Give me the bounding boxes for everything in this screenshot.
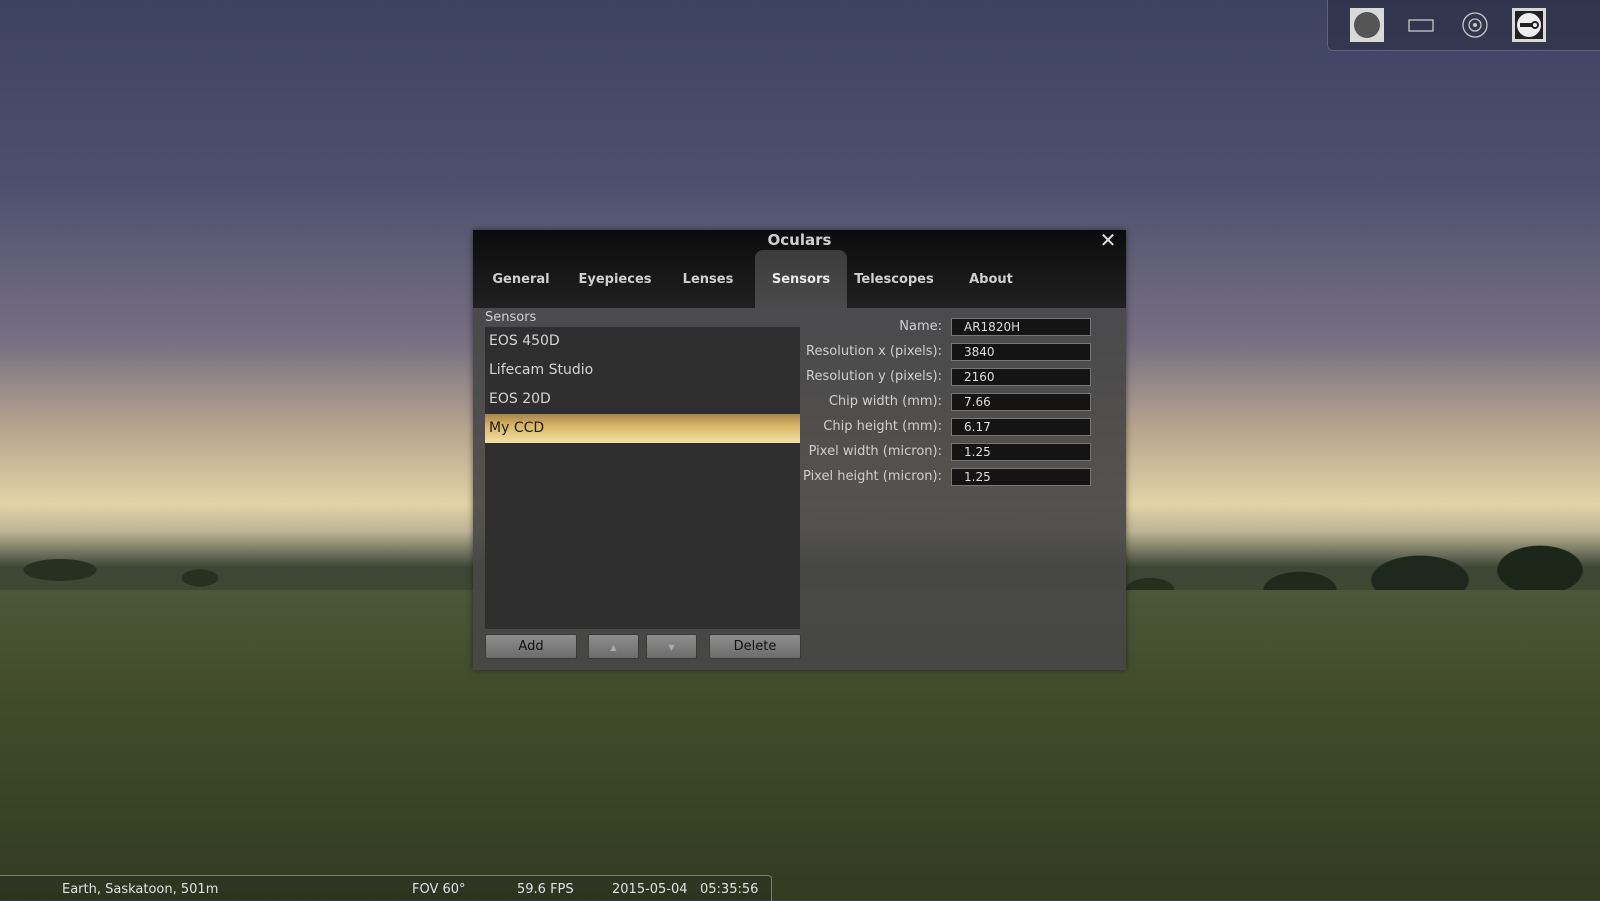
- tab-general[interactable]: General: [473, 250, 569, 308]
- field-label: Pixel height (micron):: [803, 469, 942, 484]
- sensors-panel: Sensors EOS 450D Lifecam Studio EOS 20D …: [473, 308, 1126, 670]
- list-item[interactable]: EOS 450D: [485, 327, 800, 356]
- field-label: Chip width (mm):: [828, 394, 942, 409]
- field-label: Chip height (mm):: [823, 419, 942, 434]
- oculars-toolbar: [1327, 0, 1600, 51]
- list-item[interactable]: EOS 20D: [485, 385, 800, 414]
- field-resolution-y: Resolution y (pixels):: [801, 368, 1101, 388]
- name-input[interactable]: [951, 318, 1091, 336]
- close-icon[interactable]: ✕: [1098, 230, 1118, 250]
- field-label: Name:: [899, 319, 942, 334]
- pixel-width-input[interactable]: [951, 443, 1091, 461]
- field-name: Name:: [801, 318, 1101, 338]
- location-status: Earth, Saskatoon, 501m: [62, 882, 219, 897]
- telrad-target-icon[interactable]: [1458, 8, 1492, 42]
- tab-bar: General Eyepieces Lenses Sensors Telesco…: [473, 250, 1041, 308]
- sensor-frame-icon[interactable]: [1404, 8, 1438, 42]
- dialog-title: Oculars: [767, 231, 832, 249]
- resolution-x-input[interactable]: [951, 343, 1091, 361]
- add-button[interactable]: Add: [485, 634, 577, 659]
- sensors-list-label: Sensors: [485, 310, 537, 325]
- field-label: Resolution y (pixels):: [806, 369, 942, 384]
- tab-sensors[interactable]: Sensors: [755, 250, 847, 308]
- tab-lenses[interactable]: Lenses: [661, 250, 755, 308]
- date-status: 2015-05-04: [612, 882, 688, 897]
- chip-height-input[interactable]: [951, 418, 1091, 436]
- field-label: Resolution x (pixels):: [806, 344, 942, 359]
- tab-eyepieces[interactable]: Eyepieces: [569, 250, 661, 308]
- field-pixel-height: Pixel height (micron):: [801, 468, 1101, 488]
- sensors-list[interactable]: EOS 450D Lifecam Studio EOS 20D My CCD: [485, 327, 800, 629]
- pixel-height-input[interactable]: [951, 468, 1091, 486]
- resolution-y-input[interactable]: [951, 368, 1091, 386]
- time-status: 05:35:56: [700, 882, 759, 897]
- oculars-dialog: Oculars ✕ General Eyepieces Lenses Senso…: [473, 230, 1126, 670]
- move-down-button[interactable]: ▼: [646, 634, 697, 659]
- status-bar: Earth, Saskatoon, 501m FOV 60° 59.6 FPS …: [0, 875, 772, 901]
- field-resolution-x: Resolution x (pixels):: [801, 343, 1101, 363]
- list-item-selected[interactable]: My CCD: [485, 414, 800, 443]
- chip-width-input[interactable]: [951, 393, 1091, 411]
- fov-status: FOV 60°: [412, 882, 466, 897]
- field-chip-width: Chip width (mm):: [801, 393, 1101, 413]
- move-up-button[interactable]: ▲: [588, 634, 639, 659]
- field-chip-height: Chip height (mm):: [801, 418, 1101, 438]
- tab-telescopes[interactable]: Telescopes: [847, 250, 941, 308]
- list-item[interactable]: Lifecam Studio: [485, 356, 800, 385]
- arrow-down-icon: ▼: [668, 643, 675, 652]
- ocular-config-icon[interactable]: [1512, 8, 1546, 42]
- dialog-header[interactable]: Oculars ✕ General Eyepieces Lenses Senso…: [473, 230, 1126, 308]
- arrow-up-icon: ▲: [610, 643, 617, 652]
- field-pixel-width: Pixel width (micron):: [801, 443, 1101, 463]
- tab-about[interactable]: About: [941, 250, 1041, 308]
- delete-button[interactable]: Delete: [709, 634, 801, 659]
- ocular-circle-icon[interactable]: [1350, 8, 1384, 42]
- field-label: Pixel width (micron):: [808, 444, 942, 459]
- fps-status: 59.6 FPS: [517, 882, 574, 897]
